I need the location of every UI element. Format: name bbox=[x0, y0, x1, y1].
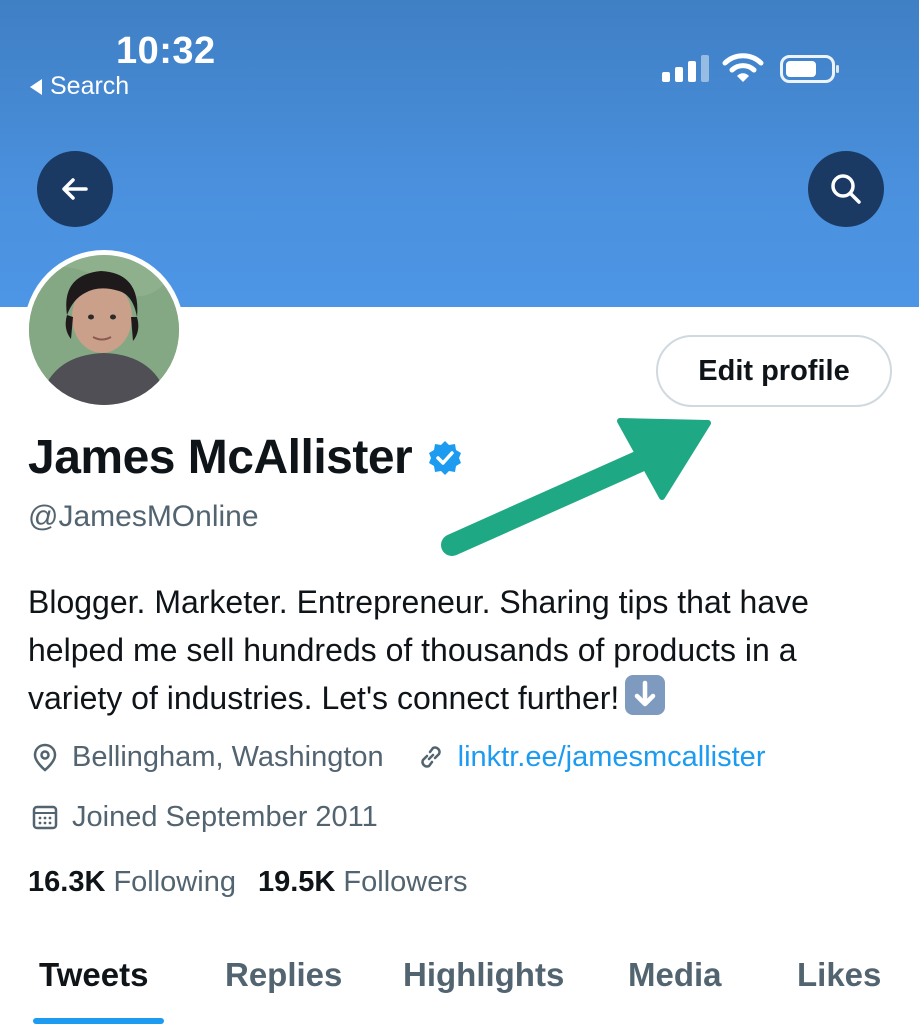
profile-meta-joined: Joined September 2011 bbox=[28, 800, 378, 834]
followers-count: 19.5K bbox=[257, 866, 336, 898]
avatar-photo bbox=[29, 255, 179, 405]
edit-profile-button[interactable]: Edit profile bbox=[656, 335, 892, 407]
verified-badge-icon bbox=[429, 440, 462, 475]
status-back-label: Search bbox=[50, 72, 130, 100]
profile-link[interactable]: linktr.ee/jamesmcallister bbox=[458, 741, 766, 774]
tab-tweets[interactable]: Tweets bbox=[39, 956, 148, 994]
status-back-link[interactable]: Search bbox=[30, 72, 129, 101]
following-count: 16.3K bbox=[28, 866, 106, 898]
back-button[interactable] bbox=[37, 151, 113, 227]
tab-likes[interactable]: Likes bbox=[797, 956, 881, 994]
profile-stats: 16.3K Following 19.5K Followers bbox=[28, 866, 468, 899]
back-triangle-icon bbox=[30, 78, 42, 95]
profile-location: Bellingham, Washington bbox=[72, 740, 384, 773]
cellular-signal-icon bbox=[662, 54, 709, 82]
active-tab-indicator bbox=[33, 1018, 164, 1024]
following-stat[interactable]: 16.3K Following bbox=[28, 866, 236, 899]
battery-icon bbox=[780, 55, 839, 83]
avatar[interactable] bbox=[24, 250, 184, 410]
location-pin-icon bbox=[28, 740, 62, 774]
wifi-icon bbox=[722, 53, 764, 82]
following-label: Following bbox=[113, 866, 236, 898]
link-icon bbox=[414, 740, 448, 774]
followers-stat[interactable]: 19.5K Followers bbox=[258, 866, 468, 899]
search-icon bbox=[831, 174, 861, 204]
tab-media[interactable]: Media bbox=[628, 956, 722, 994]
profile-joined: Joined September 2011 bbox=[72, 800, 378, 833]
profile-tabs: Tweets Replies Highlights Media Likes bbox=[0, 950, 919, 1024]
bio-text: Blogger. Marketer. Entrepreneur. Sharing… bbox=[28, 584, 809, 716]
calendar-icon bbox=[28, 800, 62, 834]
profile-name: James McAllister bbox=[28, 431, 413, 484]
followers-label: Followers bbox=[343, 866, 468, 898]
search-button[interactable] bbox=[808, 151, 884, 227]
profile-bio: Blogger. Marketer. Entrepreneur. Sharing… bbox=[28, 578, 898, 722]
arrow-left-icon bbox=[62, 178, 88, 200]
profile-handle: @JamesMOnline bbox=[28, 500, 259, 533]
down-arrow-emoji-icon bbox=[625, 675, 666, 715]
profile-meta-location-link: Bellingham, Washington linktr.ee/jamesmc… bbox=[28, 740, 765, 774]
status-time: 10:32 bbox=[116, 30, 216, 72]
tab-highlights[interactable]: Highlights bbox=[403, 956, 564, 994]
profile-name-row: James McAllister bbox=[28, 430, 464, 485]
annotation-arrow-icon bbox=[441, 418, 711, 556]
tab-replies[interactable]: Replies bbox=[225, 956, 342, 994]
